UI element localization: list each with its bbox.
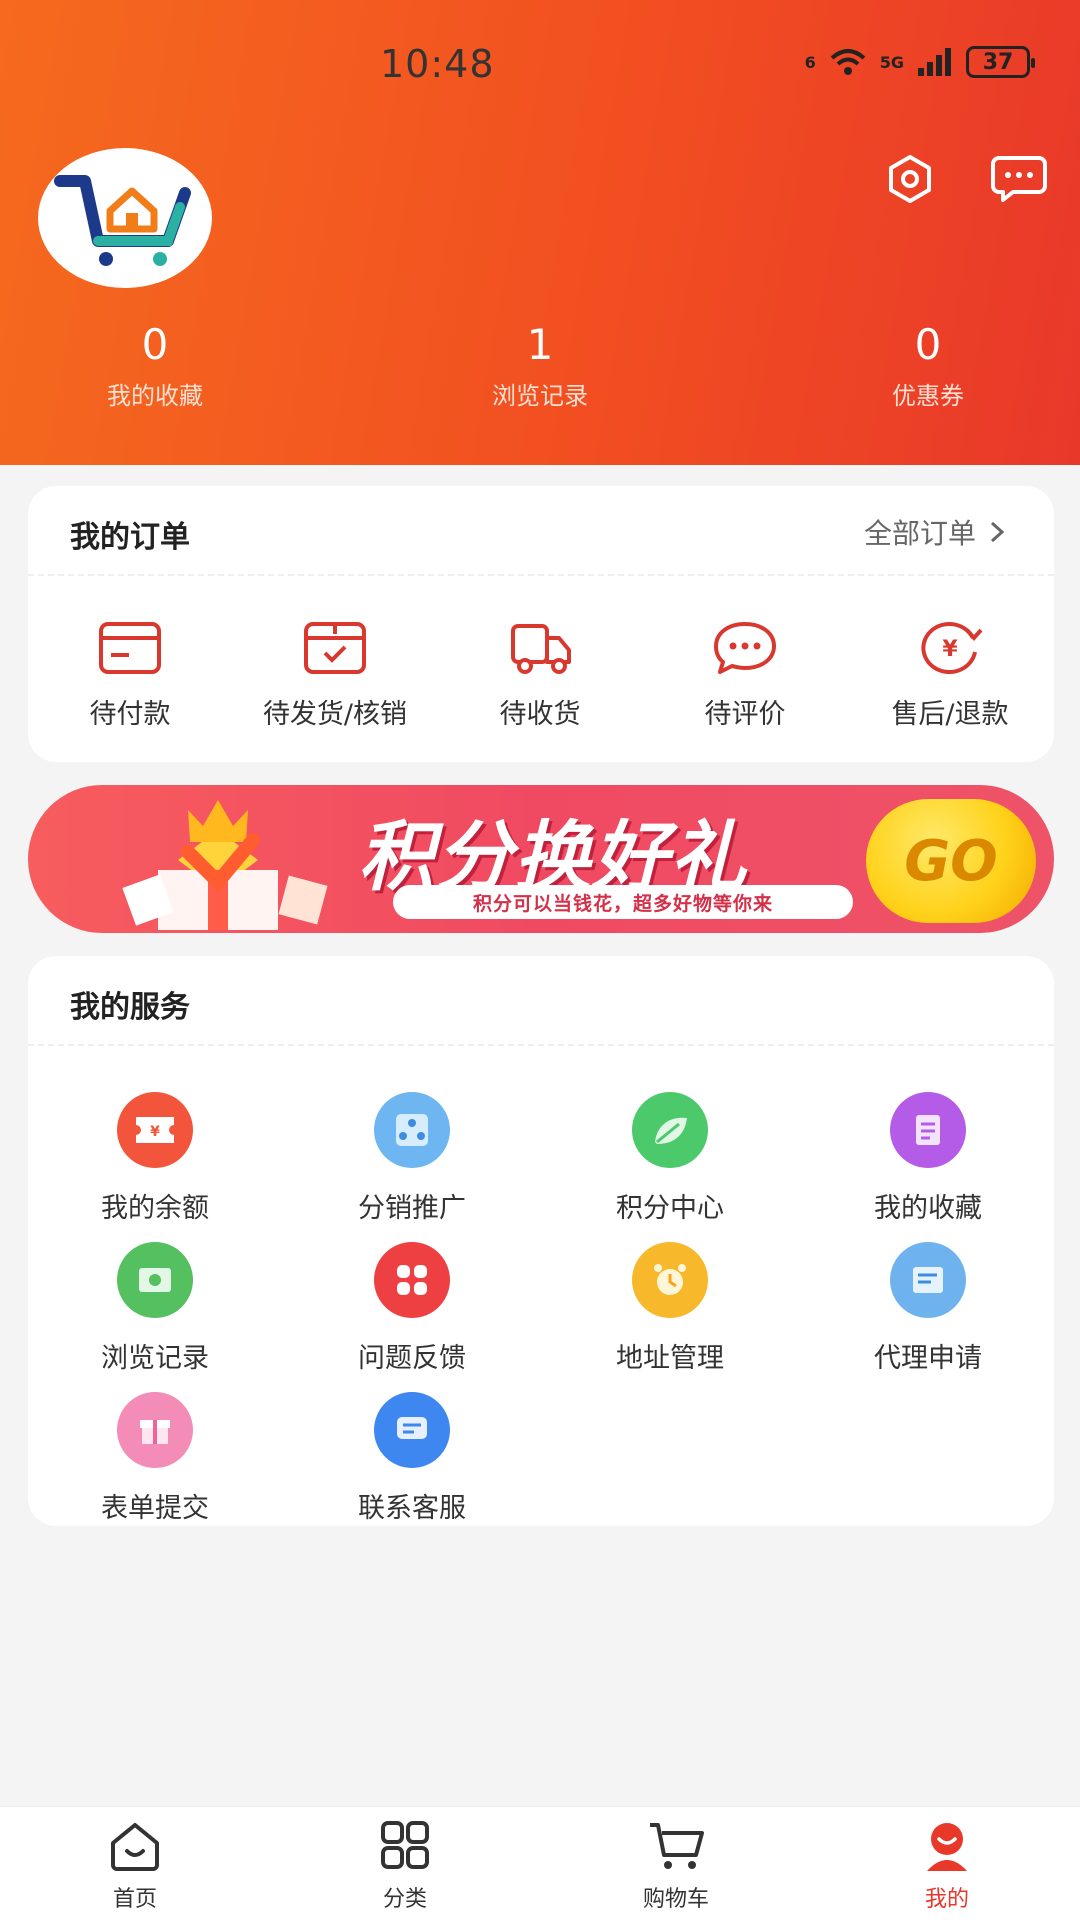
stat-label: 浏览记录: [492, 382, 588, 410]
cellular-signal-icon: [918, 48, 951, 76]
tab-cart[interactable]: 购物车: [606, 1819, 746, 1913]
svg-text:¥: ¥: [942, 637, 958, 662]
tab-label: 首页: [112, 1887, 157, 1912]
order-pending-payment[interactable]: 待付款: [30, 620, 230, 731]
service-distribution[interactable]: 分销推广: [302, 1092, 522, 1225]
tab-home[interactable]: 首页: [65, 1819, 205, 1913]
comment-icon: [714, 622, 776, 674]
wifi-icon: [830, 49, 866, 75]
status-bar: 10:48 6 5G 37: [0, 0, 1080, 120]
shop-cart-logo-icon: [54, 175, 191, 266]
profile-icon: [927, 1823, 967, 1871]
orders-title: 我的订单: [70, 520, 190, 555]
service-points-center[interactable]: 积分中心: [560, 1092, 780, 1225]
service-label: 分销推广: [358, 1193, 466, 1224]
network-label: 5G: [879, 52, 904, 72]
service-agent-apply[interactable]: 代理申请: [818, 1242, 1038, 1375]
profile-stats: 0 我的收藏 1 浏览记录 0 优惠券: [0, 322, 1080, 412]
message-icon: [991, 156, 1047, 202]
wallet-icon: [99, 622, 161, 674]
battery-indicator: 37: [966, 46, 1035, 78]
order-label: 售后/退款: [891, 699, 1009, 730]
status-icons: 6 5G 37: [804, 46, 1035, 78]
money-icon: [117, 1242, 193, 1318]
service-label: 积分中心: [616, 1193, 724, 1224]
bottom-tab-bar: 首页 分类 购物车 我的: [0, 1806, 1080, 1920]
service-label: 表单提交: [101, 1493, 209, 1524]
stat-value: 0: [141, 320, 169, 369]
service-label: 问题反馈: [358, 1343, 466, 1374]
banner-go-button[interactable]: GO: [866, 799, 1036, 923]
gift-icon: [117, 1392, 193, 1468]
stat-history[interactable]: 1 浏览记录: [440, 322, 640, 411]
signal-label: 6: [804, 52, 816, 72]
tab-label: 分类: [382, 1887, 427, 1912]
document-icon: [890, 1092, 966, 1168]
chevron-right-icon: [990, 521, 1004, 543]
banner-subtitle: 积分可以当钱花，超多好物等你来: [393, 885, 853, 919]
all-orders-link[interactable]: 全部订单: [864, 512, 1004, 552]
service-label: 浏览记录: [101, 1343, 209, 1374]
category-icon: [381, 1821, 429, 1869]
points-banner[interactable]: 积分换好礼 积分可以当钱花，超多好物等你来 GO: [28, 785, 1054, 933]
service-address[interactable]: 地址管理: [560, 1242, 780, 1375]
service-label: 代理申请: [874, 1343, 982, 1374]
chat-icon: [374, 1392, 450, 1468]
settings-button[interactable]: [880, 152, 940, 206]
alarm-icon: [632, 1242, 708, 1318]
profile-header: 10:48 6 5G 37 0 我的收藏 1 浏览记录 0 优惠券: [0, 0, 1080, 465]
tab-label: 购物车: [642, 1887, 709, 1912]
tab-profile[interactable]: 我的: [877, 1819, 1017, 1913]
settings-icon: [889, 155, 931, 203]
stat-label: 我的收藏: [107, 382, 203, 410]
messages-button[interactable]: [983, 152, 1055, 206]
stat-coupons[interactable]: 0 优惠券: [828, 322, 1028, 411]
stat-value: 0: [914, 320, 942, 369]
service-form-submit[interactable]: 表单提交: [45, 1392, 265, 1525]
divider: [28, 1044, 1054, 1046]
service-favorites[interactable]: 我的收藏: [818, 1092, 1038, 1225]
stat-label: 优惠券: [892, 382, 964, 410]
order-pending-review[interactable]: 待评价: [645, 620, 845, 731]
service-customer-support[interactable]: 联系客服: [302, 1392, 522, 1525]
truck-icon: [511, 624, 571, 674]
ticket-icon: ¥: [117, 1092, 193, 1168]
service-label: 地址管理: [616, 1343, 724, 1374]
tab-category[interactable]: 分类: [335, 1819, 475, 1913]
gift-box-icon: [122, 800, 328, 930]
service-label: 联系客服: [358, 1493, 466, 1524]
order-pending-shipment[interactable]: 待发货/核销: [235, 620, 435, 731]
avatar[interactable]: [38, 148, 212, 288]
cart-icon: [650, 1823, 704, 1869]
grid-icon: [374, 1242, 450, 1318]
refund-icon: ¥: [921, 622, 983, 674]
services-title: 我的服务: [70, 990, 190, 1025]
service-label: 我的收藏: [874, 1193, 982, 1224]
service-balance[interactable]: ¥ 我的余额: [45, 1092, 265, 1225]
service-history[interactable]: 浏览记录: [45, 1242, 265, 1375]
form-icon: [890, 1242, 966, 1318]
order-label: 待付款: [89, 699, 171, 730]
package-check-icon: [304, 622, 366, 674]
order-label: 待收货: [499, 699, 581, 730]
leaf-icon: [632, 1092, 708, 1168]
service-label: 我的余额: [101, 1193, 209, 1224]
all-orders-label: 全部订单: [863, 517, 976, 550]
order-pending-receipt[interactable]: 待收货: [440, 620, 640, 731]
status-time: 10:48: [380, 42, 495, 86]
order-after-sales[interactable]: ¥ 售后/退款: [850, 620, 1050, 731]
stat-favorites[interactable]: 0 我的收藏: [55, 322, 255, 411]
stat-value: 1: [526, 320, 554, 369]
svg-text:¥: ¥: [150, 1124, 160, 1140]
divider: [28, 574, 1054, 576]
service-feedback[interactable]: 问题反馈: [302, 1242, 522, 1375]
order-label: 待发货/核销: [262, 699, 408, 730]
tab-label: 我的: [924, 1887, 969, 1912]
distribution-icon: [374, 1092, 450, 1168]
home-icon: [111, 1823, 159, 1871]
order-label: 待评价: [704, 699, 786, 730]
